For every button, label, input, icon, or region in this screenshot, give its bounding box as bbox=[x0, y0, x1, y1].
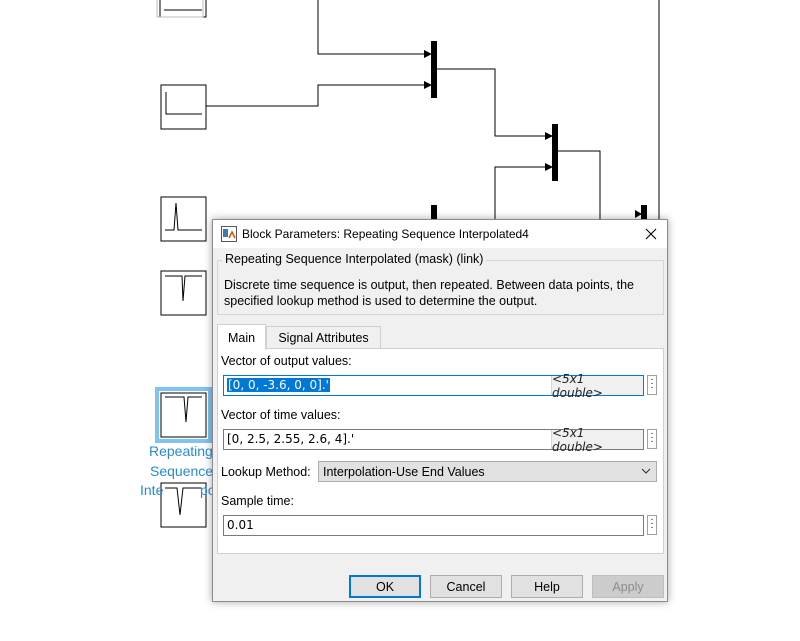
block-parameters-dialog: Block Parameters: Repeating Sequence Int… bbox=[212, 219, 668, 602]
sample-time-options-button[interactable]: · · · bbox=[647, 515, 657, 535]
description-group-title: Repeating Sequence Interpolated (mask) (… bbox=[222, 252, 487, 266]
mux-block-1[interactable] bbox=[431, 41, 437, 98]
sample-time-text: 0.01 bbox=[227, 518, 254, 532]
time-values-label: Vector of time values: bbox=[221, 408, 341, 422]
ellipsis-icon: · · · bbox=[650, 428, 654, 447]
block-label-line3: Inte bbox=[140, 482, 164, 498]
mux-block-2[interactable] bbox=[552, 124, 558, 181]
time-values-options-button[interactable]: · · · bbox=[647, 429, 657, 449]
ellipsis-icon: · · · bbox=[650, 374, 654, 393]
close-icon bbox=[645, 228, 657, 240]
output-values-text: [0, 0, -3.6, 0, 0].' bbox=[227, 378, 330, 392]
cancel-button[interactable]: Cancel bbox=[430, 575, 502, 598]
output-values-options-button[interactable]: · · · bbox=[647, 375, 657, 395]
output-values-label: Vector of output values: bbox=[221, 354, 352, 368]
sample-time-field[interactable]: 0.01 bbox=[223, 515, 644, 536]
lookup-method-label: Lookup Method: bbox=[221, 465, 311, 479]
description-text: Discrete time sequence is output, then r… bbox=[224, 278, 634, 308]
output-values-type: <5x1 double> bbox=[551, 372, 643, 400]
lookup-method-value: Interpolation-Use End Values bbox=[323, 465, 485, 479]
selected-repeating-sequence-block[interactable] bbox=[155, 387, 212, 443]
time-values-type: <5x1 double> bbox=[551, 426, 643, 454]
chevron-down-icon bbox=[641, 468, 651, 474]
simulink-block-icon bbox=[221, 226, 237, 242]
close-button[interactable] bbox=[635, 220, 667, 248]
signal-block-4[interactable] bbox=[160, 270, 207, 316]
tab-signal-attributes[interactable]: Signal Attributes bbox=[266, 326, 381, 350]
signal-wires bbox=[206, 0, 660, 230]
time-values-text: [0, 2.5, 2.55, 2.6, 4].' bbox=[227, 432, 355, 446]
block-label-line1: Repeating bbox=[149, 443, 213, 459]
ellipsis-icon: · · · bbox=[650, 514, 654, 533]
output-values-field[interactable]: [0, 0, -3.6, 0, 0].' <5x1 double> bbox=[223, 372, 644, 400]
tab-main[interactable]: Main bbox=[217, 324, 266, 350]
lookup-method-dropdown[interactable]: Interpolation-Use End Values bbox=[318, 461, 657, 482]
sample-time-label: Sample time: bbox=[221, 494, 294, 508]
signal-block-3[interactable] bbox=[160, 196, 207, 242]
apply-button[interactable]: Apply bbox=[592, 575, 664, 598]
signal-block-2[interactable] bbox=[160, 84, 207, 130]
dialog-titlebar[interactable]: Block Parameters: Repeating Sequence Int… bbox=[213, 220, 667, 248]
dialog-title: Block Parameters: Repeating Sequence Int… bbox=[242, 227, 529, 241]
signal-block-1[interactable] bbox=[156, 0, 207, 18]
time-values-field[interactable]: [0, 2.5, 2.55, 2.6, 4].' <5x1 double> bbox=[223, 426, 644, 454]
ok-button[interactable]: OK bbox=[349, 575, 421, 598]
help-button[interactable]: Help bbox=[511, 575, 583, 598]
block-label-line2: Sequence bbox=[150, 463, 214, 479]
